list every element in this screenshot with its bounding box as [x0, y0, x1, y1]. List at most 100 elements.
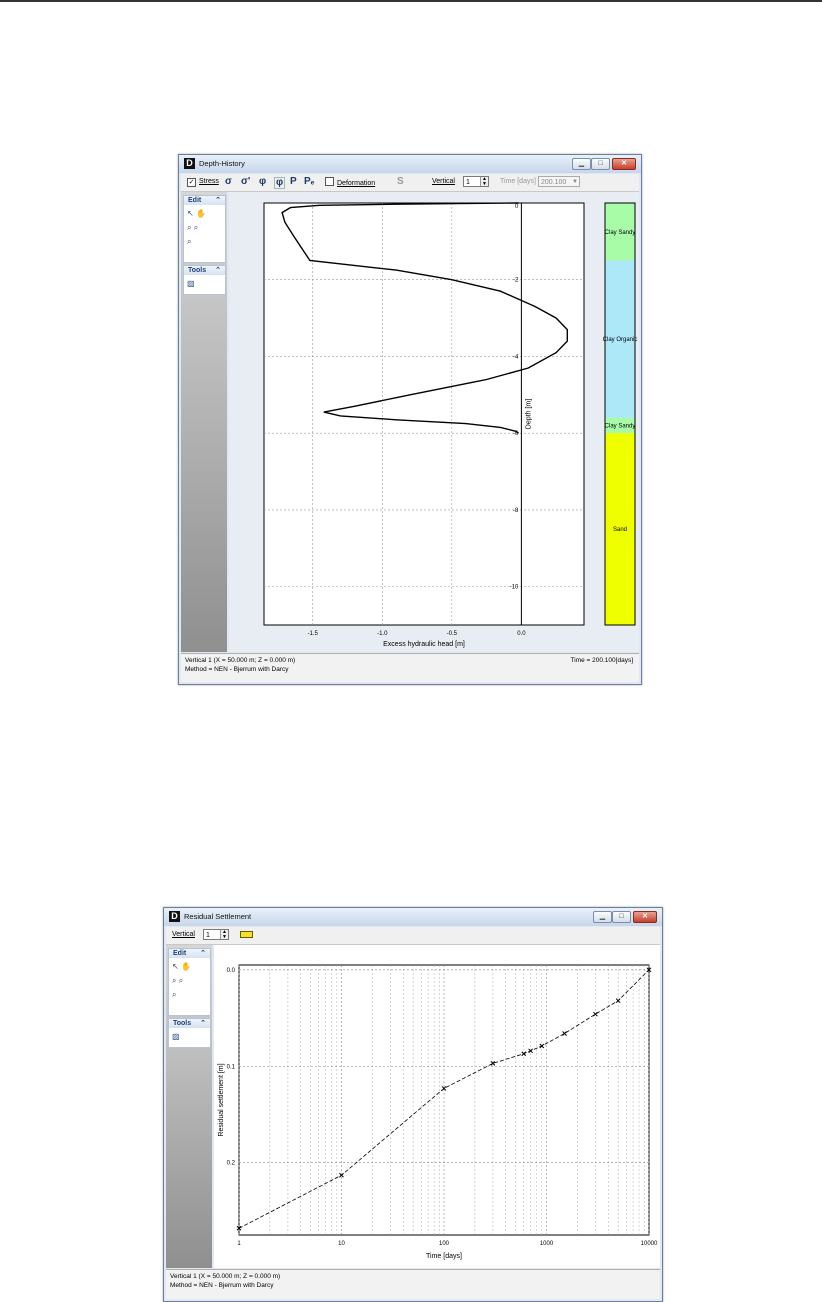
x-tick-label: 1: [237, 1241, 241, 1247]
page-top-rule: [0, 0, 822, 2]
residual-toolbar: Vertical 1 ▲ ▼: [166, 927, 660, 945]
maximize-button[interactable]: □: [591, 158, 610, 170]
vertical-label: Vertical: [172, 931, 195, 938]
zoom-out-icon[interactable]: ⌕: [179, 976, 183, 985]
minimize-button[interactable]: ▁: [572, 158, 591, 170]
select-arrow-icon[interactable]: ↖: [187, 209, 194, 218]
y-tick-label: -8: [513, 508, 519, 514]
edit-panel-header[interactable]: Edit ⌃: [184, 196, 225, 205]
status-method-info: Method = NEN - Bjerrum with Darcy: [185, 666, 289, 673]
stress-checkbox-box[interactable]: ✓: [187, 178, 196, 187]
x-tick-label: 1000: [540, 1241, 554, 1247]
soil-layer-label: Clay Sandy: [605, 424, 636, 430]
sigma-icon[interactable]: σ: [225, 177, 232, 187]
x-tick-label: -0.5: [447, 631, 458, 637]
status-time-info: Time = 200.100[days]: [570, 657, 633, 664]
close-button[interactable]: ✕: [633, 911, 657, 923]
sigma-prime-icon[interactable]: σ': [241, 177, 250, 187]
tools-panel: Tools ⌃ ▨: [183, 265, 226, 295]
spinner-arrows-icon[interactable]: ▲ ▼: [480, 177, 488, 186]
phi-outlined-icon[interactable]: φ: [274, 177, 286, 189]
vertical-spinner-value: 1: [466, 179, 470, 186]
deformation-checkbox-box[interactable]: [325, 177, 334, 186]
x-tick-label: 10: [338, 1241, 345, 1247]
plot-frame: [263, 202, 585, 626]
collapse-icon[interactable]: ⌃: [200, 1019, 206, 1028]
x-tick-label: 100: [439, 1241, 450, 1247]
y-tick-label: -4: [513, 354, 519, 360]
residual-status-bar: Vertical 1 (X = 50.000 m; Z = 0.000 m) M…: [166, 1269, 660, 1299]
ruler-icon[interactable]: [240, 931, 253, 938]
y-tick-label: -10: [510, 585, 519, 591]
chart-properties-icon[interactable]: ▨: [187, 279, 195, 288]
window-title: Depth-History: [199, 159, 245, 168]
zoom-rectangle-icon[interactable]: ⌕: [172, 990, 176, 999]
collapse-icon[interactable]: ⌃: [215, 196, 221, 205]
x-tick-label: 10000: [641, 1241, 658, 1247]
y-axis-label: Residual settlement [m]: [218, 1063, 225, 1136]
time-select[interactable]: 200.100 ▼: [538, 176, 580, 187]
time-select-value: 200.100: [541, 179, 567, 186]
collapse-icon[interactable]: ⌃: [215, 266, 221, 275]
status-vertical-info: Vertical 1 (X = 50.000 m; Z = 0.000 m): [185, 657, 296, 664]
stress-checkbox[interactable]: ✓ Stress: [187, 177, 219, 187]
tools-panel-header[interactable]: Tools ⌃: [184, 266, 225, 275]
depth-history-titlebar[interactable]: D Depth-History ▁ □ ✕: [179, 155, 641, 173]
select-arrow-icon[interactable]: ↖: [172, 962, 179, 971]
pan-hand-icon[interactable]: ✋: [196, 209, 206, 218]
close-button[interactable]: ✕: [612, 158, 636, 170]
residual-titlebar[interactable]: D Residual Settlement ▁ □ ✕: [164, 908, 662, 926]
residual-settlement-chart: 1 10 100 1000 10000 0.0 0.1 0.2 Time [days] Resid…: [218, 964, 658, 1260]
deformation-checkbox[interactable]: Deformation: [325, 177, 375, 189]
status-method-info: Method = NEN - Bjerrum with Darcy: [170, 1282, 274, 1289]
vertical-spinner-value: 1: [206, 932, 210, 939]
minimize-button[interactable]: ▁: [593, 911, 612, 923]
vertical-spinner[interactable]: 1 ▲ ▼: [463, 176, 489, 187]
edit-panel-title: Edit: [173, 950, 187, 957]
x-tick-label: 0.0: [517, 631, 526, 637]
x-tick-label: -1.5: [308, 631, 319, 637]
vertical-spinner[interactable]: 1 ▲ ▼: [203, 929, 229, 940]
y-tick-label: 0.0: [227, 968, 236, 974]
x-axis-label: Time [days]: [426, 1253, 462, 1260]
edit-panel-title: Edit: [188, 197, 202, 204]
window-title: Residual Settlement: [184, 912, 252, 921]
p-icon[interactable]: P: [290, 177, 297, 187]
settlement-s-icon[interactable]: S: [397, 177, 404, 187]
residual-settlement-window: D Residual Settlement ▁ □ ✕ Vertical 1 ▲ ▼…: [163, 907, 663, 1302]
y-axis-label: Depth [m]: [525, 399, 532, 429]
zoom-in-icon[interactable]: ⌕: [187, 223, 191, 232]
depth-history-chart: -1.5 -1.0 -0.5 0.0-2-4-6-8-100Excess hydrau…: [263, 202, 638, 648]
phi-icon[interactable]: φ: [259, 177, 266, 187]
app-logo-icon: D: [184, 158, 195, 169]
edit-panel-header[interactable]: Edit ⌃: [169, 949, 210, 958]
depth-history-window: D Depth-History ▁ □ ✕ ✓ Stress σ σ' φ φ P…: [178, 154, 642, 685]
pan-hand-icon[interactable]: ✋: [181, 962, 191, 971]
depth-left-panel: Edit ⌃ ↖ ✋ ⌕ ⌕ ⌕ Tools ⌃ ▨: [181, 192, 227, 652]
zoom-rectangle-icon[interactable]: ⌕: [187, 237, 191, 246]
y-tick-label: 0.1: [227, 1064, 236, 1070]
tools-panel-title: Tools: [188, 267, 207, 274]
time-label: Time [days]: [500, 178, 536, 185]
p-subscript-icon[interactable]: Pₑ: [304, 177, 314, 187]
stress-checkbox-label: Stress: [199, 178, 219, 185]
y-tick-label: -2: [513, 278, 519, 284]
tools-panel-title: Tools: [173, 1020, 192, 1027]
depth-status-bar: Vertical 1 (X = 50.000 m; Z = 0.000 m) M…: [181, 653, 639, 682]
zoom-out-icon[interactable]: ⌕: [194, 223, 198, 232]
vertical-label: Vertical: [432, 178, 455, 185]
zoom-in-icon[interactable]: ⌕: [172, 976, 176, 985]
tools-panel-header[interactable]: Tools ⌃: [169, 1019, 210, 1028]
soil-layer-label: Clay Organic: [603, 337, 638, 343]
soil-layer-label: Clay Sandy: [605, 230, 636, 236]
deformation-checkbox-label: Deformation: [337, 180, 376, 187]
app-logo-icon: D: [169, 911, 180, 922]
status-vertical-info: Vertical 1 (X = 50.000 m; Z = 0.000 m): [170, 1273, 281, 1280]
chevron-down-icon[interactable]: ▼: [572, 177, 578, 188]
collapse-icon[interactable]: ⌃: [200, 949, 206, 958]
chart-properties-icon[interactable]: ▨: [172, 1032, 180, 1041]
x-axis-label: Excess hydraulic head [m]: [383, 641, 465, 648]
spinner-arrows-icon[interactable]: ▲ ▼: [220, 930, 228, 939]
tools-panel: Tools ⌃ ▨: [168, 1018, 211, 1048]
maximize-button[interactable]: □: [612, 911, 631, 923]
